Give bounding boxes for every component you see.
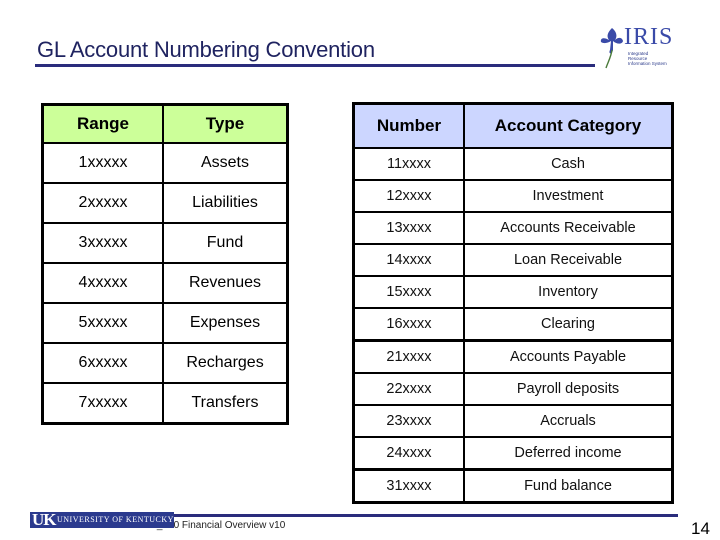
table-row: 12xxxx Investment	[352, 179, 674, 213]
category-cell: Cash	[463, 147, 674, 181]
header-type: Type	[162, 103, 289, 144]
number-cell: 23xxxx	[352, 404, 465, 438]
range-cell: 2xxxxx	[41, 182, 164, 224]
category-cell: Fund balance	[463, 468, 674, 504]
type-cell: Fund	[162, 222, 289, 264]
table-row: 3xxxxx Fund	[41, 222, 289, 264]
type-cell: Revenues	[162, 262, 289, 304]
table-header-row: Number Account Category	[352, 102, 674, 149]
university-of-kentucky-logo: UK UNIVERSITY OF KENTUCKY	[30, 512, 174, 528]
footer-rule	[160, 514, 678, 517]
range-cell: 5xxxxx	[41, 302, 164, 344]
header-number: Number	[352, 102, 465, 149]
number-cell: 16xxxx	[352, 307, 465, 342]
category-cell: Deferred income	[463, 436, 674, 471]
uk-name: UNIVERSITY OF KENTUCKY	[57, 515, 174, 524]
number-cell: 12xxxx	[352, 179, 465, 213]
type-cell: Expenses	[162, 302, 289, 344]
table-row: 15xxxx Inventory	[352, 275, 674, 309]
table-row: 11xxxx Cash	[352, 147, 674, 181]
category-cell: Accounts Payable	[463, 339, 674, 374]
category-cell: Accruals	[463, 404, 674, 438]
table-row: 14xxxx Loan Receivable	[352, 243, 674, 277]
range-cell: 6xxxxx	[41, 342, 164, 384]
category-cell: Inventory	[463, 275, 674, 309]
category-cell: Accounts Receivable	[463, 211, 674, 245]
table-row: 7xxxxx Transfers	[41, 382, 289, 425]
number-cell: 13xxxx	[352, 211, 465, 245]
iris-logo: IRIS Integrated Resource Information Sys…	[598, 24, 672, 70]
number-cell: 11xxxx	[352, 147, 465, 181]
category-cell: Loan Receivable	[463, 243, 674, 277]
number-cell: 14xxxx	[352, 243, 465, 277]
header-range: Range	[41, 103, 164, 144]
range-cell: 7xxxxx	[41, 382, 164, 425]
type-cell: Assets	[162, 142, 289, 184]
category-cell: Clearing	[463, 307, 674, 342]
table-row: 24xxxx Deferred income	[352, 436, 674, 471]
number-category-table: Number Account Category 11xxxx Cash 12xxx…	[352, 102, 674, 504]
iris-flower-icon	[600, 28, 623, 69]
table-header-row: Range Type	[41, 103, 289, 144]
type-cell: Recharges	[162, 342, 289, 384]
table-row: 21xxxx Accounts Payable	[352, 339, 674, 374]
table-row: 22xxxx Payroll deposits	[352, 372, 674, 406]
range-cell: 1xxxxx	[41, 142, 164, 184]
table-row: 2xxxxx Liabilities	[41, 182, 289, 224]
table-row: 31xxxx Fund balance	[352, 468, 674, 504]
number-cell: 24xxxx	[352, 436, 465, 471]
header-account-category: Account Category	[463, 102, 674, 149]
number-cell: 21xxxx	[352, 339, 465, 374]
uk-mark: UK	[32, 512, 56, 528]
iris-subtitle: Integrated Resource Information System	[628, 51, 667, 66]
table-row: 23xxxx Accruals	[352, 404, 674, 438]
table-row: 5xxxxx Expenses	[41, 302, 289, 344]
type-cell: Liabilities	[162, 182, 289, 224]
table-row: 4xxxxx Revenues	[41, 262, 289, 304]
range-cell: 3xxxxx	[41, 222, 164, 264]
page-number: 14	[691, 519, 710, 538]
range-cell: 4xxxxx	[41, 262, 164, 304]
table-row: 1xxxxx Assets	[41, 142, 289, 184]
number-cell: 15xxxx	[352, 275, 465, 309]
slide-title: GL Account Numbering Convention	[37, 37, 375, 62]
table-row: 6xxxxx Recharges	[41, 342, 289, 384]
category-cell: Investment	[463, 179, 674, 213]
number-cell: 31xxxx	[352, 468, 465, 504]
number-cell: 22xxxx	[352, 372, 465, 406]
type-cell: Transfers	[162, 382, 289, 425]
iris-wordmark: IRIS	[624, 24, 674, 50]
category-cell: Payroll deposits	[463, 372, 674, 406]
table-row: 13xxxx Accounts Receivable	[352, 211, 674, 245]
table-row: 16xxxx Clearing	[352, 307, 674, 342]
range-type-table: Range Type 1xxxxx Assets 2xxxxx Liabilitie…	[41, 103, 289, 425]
title-underline	[35, 64, 595, 67]
